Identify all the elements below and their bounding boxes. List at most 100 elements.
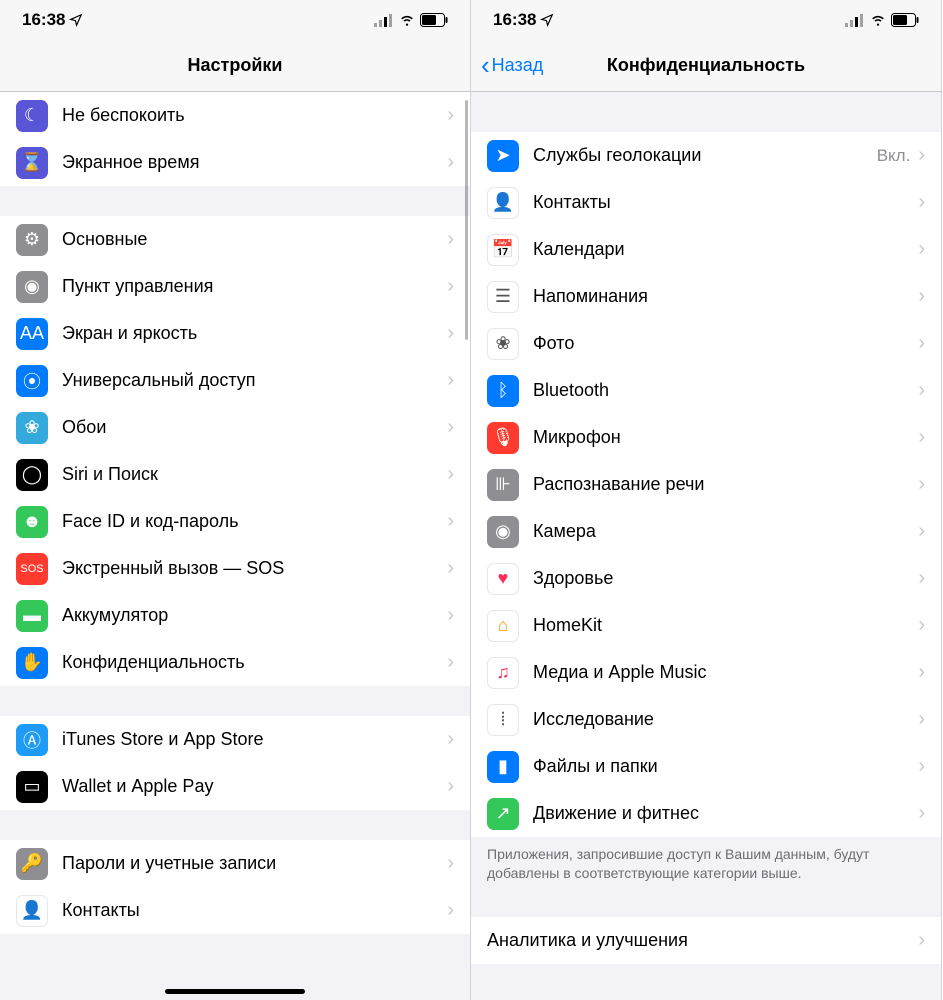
row-contacts[interactable]: 👤Контакты› [0,887,470,934]
row-faceid[interactable]: ☻ Face ID и код-пароль› [0,498,470,545]
row-siri[interactable]: ◯Siri и Поиск› [0,451,470,498]
status-time-group: 16:38 [22,10,83,30]
privacy-header: ‹ Назад Конфиденциальность [471,40,941,92]
speech-label: Распознавание речи [533,474,918,495]
privacy-title: Конфиденциальность [607,55,805,76]
dnd-glyph: ☾ [24,105,40,126]
chevron-right-icon: › [447,852,454,875]
homekit-label: HomeKit [533,615,918,636]
wifi-icon [869,13,887,27]
privacy-list[interactable]: ➤Службы геолокацииВкл.›👤Контакты›📅Календ… [471,92,941,964]
scroll-indicator[interactable] [465,100,468,340]
back-button[interactable]: ‹ Назад [481,50,543,81]
row-calendars[interactable]: 📅Календари› [471,226,941,273]
faceid-glyph: ☻ [23,511,42,532]
bluetooth-glyph: ᛒ [498,380,509,401]
wallet-label: Wallet и Apple Pay [62,776,447,797]
row-microphone[interactable]: 🎙Микрофон› [471,414,941,461]
battery-label: Аккумулятор [62,605,447,626]
row-passwords[interactable]: 🔑Пароли и учетные записи› [0,840,470,887]
motion-label: Движение и фитнес [533,803,918,824]
row-speech[interactable]: ⊪Распознавание речи› [471,461,941,508]
row-sos[interactable]: SOSЭкстренный вызов — SOS› [0,545,470,592]
wallpaper-icon: ❀ [16,412,48,444]
row-research[interactable]: ⦙Исследование› [471,696,941,743]
screentime-glyph: ⌛ [21,152,43,173]
research-glyph: ⦙ [501,709,505,730]
privacy-icon: ✋ [16,647,48,679]
status-time: 16:38 [22,10,65,30]
faceid-icon: ☻ [16,506,48,538]
back-label: Назад [492,55,544,76]
group-spacer [0,186,470,216]
group-footer: Приложения, запросившие доступ к Вашим д… [471,837,941,897]
chevron-right-icon: › [918,755,925,778]
chevron-right-icon: › [447,104,454,127]
wallpaper-label: Обои [62,417,447,438]
row-controlcenter[interactable]: ◉Пункт управления› [0,263,470,310]
sos-label: Экстренный вызов — SOS [62,558,447,579]
controlcenter-glyph: ◉ [24,276,40,297]
settings-screen: 16:38 Настройки ☾Не беспокоить›⌛Экранное… [0,0,471,1000]
row-health[interactable]: ♥Здоровье› [471,555,941,602]
location-arrow-icon [540,13,554,27]
contacts-glyph: 👤 [21,900,43,921]
row-homekit[interactable]: ⌂HomeKit› [471,602,941,649]
row-motion[interactable]: ↗Движение и фитнес› [471,790,941,837]
row-reminders[interactable]: ☰Напоминания› [471,273,941,320]
bluetooth-label: Bluetooth [533,380,918,401]
media-label: Медиа и Apple Music [533,662,918,683]
passwords-icon: 🔑 [16,848,48,880]
row-analytics[interactable]: Аналитика и улучшения› [471,917,941,964]
itunes-icon: Ⓐ [16,724,48,756]
row-photos[interactable]: ❀Фото› [471,320,941,367]
settings-list[interactable]: ☾Не беспокоить›⌛Экранное время› ⚙Основные… [0,92,470,934]
sos-icon: SOS [16,553,48,585]
row-dnd[interactable]: ☾Не беспокоить› [0,92,470,139]
row-general[interactable]: ⚙Основные› [0,216,470,263]
row-wallpaper[interactable]: ❀Обои› [0,404,470,451]
row-privacy[interactable]: ✋Конфиденциальность› [0,639,470,686]
home-indicator[interactable] [165,989,305,994]
chevron-right-icon: › [918,144,925,167]
chevron-right-icon: › [918,379,925,402]
location-arrow-icon [69,13,83,27]
row-camera[interactable]: ◉Камера› [471,508,941,555]
homekit-icon: ⌂ [487,610,519,642]
health-icon: ♥ [487,563,519,595]
chevron-right-icon: › [918,473,925,496]
faceid-label: Face ID и код-пароль [62,511,447,532]
row-bluetooth[interactable]: ᛒ Bluetooth› [471,367,941,414]
group-spacer [471,92,941,132]
row-files[interactable]: ▮Файлы и папки› [471,743,941,790]
siri-icon: ◯ [16,459,48,491]
siri-label: Siri и Поиск [62,464,447,485]
chevron-right-icon: › [447,510,454,533]
calendars-label: Календари [533,239,918,260]
cellular-icon [845,13,865,27]
homekit-glyph: ⌂ [498,615,509,636]
location-icon: ➤ [487,140,519,172]
row-display[interactable]: AAЭкран и яркость› [0,310,470,357]
display-label: Экран и яркость [62,323,447,344]
motion-icon: ↗ [487,798,519,830]
row-screentime[interactable]: ⌛Экранное время› [0,139,470,186]
row-accessibility[interactable]: ⦿Универсальный доступ› [0,357,470,404]
row-battery[interactable]: ▬Аккумулятор› [0,592,470,639]
row-itunes[interactable]: ⒶiTunes Store и App Store› [0,716,470,763]
contacts-icon: 👤 [16,895,48,927]
files-glyph: ▮ [498,756,508,777]
accessibility-icon: ⦿ [16,365,48,397]
row-contacts[interactable]: 👤Контакты› [471,179,941,226]
chevron-right-icon: › [918,238,925,261]
row-media[interactable]: ♫ Медиа и Apple Music› [471,649,941,696]
row-location[interactable]: ➤Службы геолокацииВкл.› [471,132,941,179]
contacts-label: Контакты [62,900,447,921]
chevron-right-icon: › [918,661,925,684]
row-wallet[interactable]: ▭Wallet и Apple Pay› [0,763,470,810]
media-glyph: ♫ [496,662,510,683]
microphone-glyph: 🎙 [492,427,515,448]
photos-icon: ❀ [487,328,519,360]
display-icon: AA [16,318,48,350]
privacy-glyph: ✋ [21,652,43,673]
